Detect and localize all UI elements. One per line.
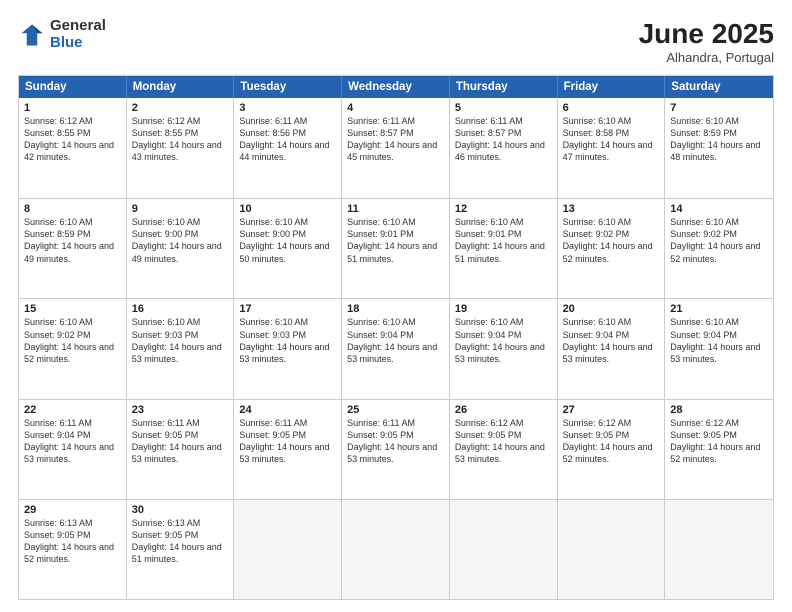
page: General Blue June 2025 Alhandra, Portuga…	[0, 0, 792, 612]
day-6: 6 Sunrise: 6:10 AM Sunset: 8:58 PM Dayli…	[558, 98, 666, 198]
day-3: 3 Sunrise: 6:11 AM Sunset: 8:56 PM Dayli…	[234, 98, 342, 198]
calendar: Sunday Monday Tuesday Wednesday Thursday…	[18, 75, 774, 600]
day-number-1: 1	[24, 102, 121, 114]
day-number-3: 3	[239, 102, 336, 114]
day-11: 11 Sunrise: 6:10 AM Sunset: 9:01 PM Dayl…	[342, 199, 450, 298]
day-26: 26 Sunrise: 6:12 AM Sunset: 9:05 PM Dayl…	[450, 400, 558, 499]
week-row-4: 22 Sunrise: 6:11 AM Sunset: 9:04 PM Dayl…	[19, 399, 773, 499]
empty-cell-4	[558, 500, 666, 599]
calendar-body: 1 Sunrise: 6:12 AM Sunset: 8:55 PM Dayli…	[19, 98, 773, 599]
day-number-4: 4	[347, 102, 444, 114]
day-1: 1 Sunrise: 6:12 AM Sunset: 8:55 PM Dayli…	[19, 98, 127, 198]
day-12: 12 Sunrise: 6:10 AM Sunset: 9:01 PM Dayl…	[450, 199, 558, 298]
day-14: 14 Sunrise: 6:10 AM Sunset: 9:02 PM Dayl…	[665, 199, 773, 298]
day-27: 27 Sunrise: 6:12 AM Sunset: 9:05 PM Dayl…	[558, 400, 666, 499]
calendar-header: Sunday Monday Tuesday Wednesday Thursday…	[19, 76, 773, 98]
week-row-1: 1 Sunrise: 6:12 AM Sunset: 8:55 PM Dayli…	[19, 98, 773, 198]
day-2: 2 Sunrise: 6:12 AM Sunset: 8:55 PM Dayli…	[127, 98, 235, 198]
day-info-2: Sunrise: 6:12 AM Sunset: 8:55 PM Dayligh…	[132, 115, 229, 164]
day-7: 7 Sunrise: 6:10 AM Sunset: 8:59 PM Dayli…	[665, 98, 773, 198]
logo-blue-text: Blue	[50, 35, 106, 52]
header-friday: Friday	[558, 76, 666, 98]
day-info-1: Sunrise: 6:12 AM Sunset: 8:55 PM Dayligh…	[24, 115, 121, 164]
header-wednesday: Wednesday	[342, 76, 450, 98]
day-18: 18 Sunrise: 6:10 AM Sunset: 9:04 PM Dayl…	[342, 299, 450, 398]
month-title: June 2025	[639, 18, 774, 50]
day-number-7: 7	[670, 102, 768, 114]
day-8: 8 Sunrise: 6:10 AM Sunset: 8:59 PM Dayli…	[19, 199, 127, 298]
week-row-3: 15 Sunrise: 6:10 AM Sunset: 9:02 PM Dayl…	[19, 298, 773, 398]
day-17: 17 Sunrise: 6:10 AM Sunset: 9:03 PM Dayl…	[234, 299, 342, 398]
day-number-5: 5	[455, 102, 552, 114]
empty-cell-2	[342, 500, 450, 599]
header-sunday: Sunday	[19, 76, 127, 98]
logo-text: General Blue	[50, 18, 106, 51]
empty-cell-1	[234, 500, 342, 599]
day-4: 4 Sunrise: 6:11 AM Sunset: 8:57 PM Dayli…	[342, 98, 450, 198]
day-23: 23 Sunrise: 6:11 AM Sunset: 9:05 PM Dayl…	[127, 400, 235, 499]
day-info-5: Sunrise: 6:11 AM Sunset: 8:57 PM Dayligh…	[455, 115, 552, 164]
location: Alhandra, Portugal	[639, 50, 774, 65]
day-20: 20 Sunrise: 6:10 AM Sunset: 9:04 PM Dayl…	[558, 299, 666, 398]
day-24: 24 Sunrise: 6:11 AM Sunset: 9:05 PM Dayl…	[234, 400, 342, 499]
day-22: 22 Sunrise: 6:11 AM Sunset: 9:04 PM Dayl…	[19, 400, 127, 499]
header-thursday: Thursday	[450, 76, 558, 98]
empty-cell-5	[665, 500, 773, 599]
day-15: 15 Sunrise: 6:10 AM Sunset: 9:02 PM Dayl…	[19, 299, 127, 398]
week-row-5: 29 Sunrise: 6:13 AM Sunset: 9:05 PM Dayl…	[19, 499, 773, 599]
day-10: 10 Sunrise: 6:10 AM Sunset: 9:00 PM Dayl…	[234, 199, 342, 298]
empty-cell-3	[450, 500, 558, 599]
day-number-2: 2	[132, 102, 229, 114]
day-info-4: Sunrise: 6:11 AM Sunset: 8:57 PM Dayligh…	[347, 115, 444, 164]
logo-icon	[18, 21, 46, 49]
day-19: 19 Sunrise: 6:10 AM Sunset: 9:04 PM Dayl…	[450, 299, 558, 398]
title-block: June 2025 Alhandra, Portugal	[639, 18, 774, 65]
day-16: 16 Sunrise: 6:10 AM Sunset: 9:03 PM Dayl…	[127, 299, 235, 398]
header: General Blue June 2025 Alhandra, Portuga…	[18, 18, 774, 65]
day-5: 5 Sunrise: 6:11 AM Sunset: 8:57 PM Dayli…	[450, 98, 558, 198]
logo-general-text: General	[50, 18, 106, 35]
day-21: 21 Sunrise: 6:10 AM Sunset: 9:04 PM Dayl…	[665, 299, 773, 398]
header-monday: Monday	[127, 76, 235, 98]
day-number-6: 6	[563, 102, 660, 114]
day-info-7: Sunrise: 6:10 AM Sunset: 8:59 PM Dayligh…	[670, 115, 768, 164]
day-25: 25 Sunrise: 6:11 AM Sunset: 9:05 PM Dayl…	[342, 400, 450, 499]
day-28: 28 Sunrise: 6:12 AM Sunset: 9:05 PM Dayl…	[665, 400, 773, 499]
day-9: 9 Sunrise: 6:10 AM Sunset: 9:00 PM Dayli…	[127, 199, 235, 298]
day-30: 30 Sunrise: 6:13 AM Sunset: 9:05 PM Dayl…	[127, 500, 235, 599]
week-row-2: 8 Sunrise: 6:10 AM Sunset: 8:59 PM Dayli…	[19, 198, 773, 298]
day-info-3: Sunrise: 6:11 AM Sunset: 8:56 PM Dayligh…	[239, 115, 336, 164]
header-tuesday: Tuesday	[234, 76, 342, 98]
day-29: 29 Sunrise: 6:13 AM Sunset: 9:05 PM Dayl…	[19, 500, 127, 599]
logo: General Blue	[18, 18, 106, 51]
day-info-6: Sunrise: 6:10 AM Sunset: 8:58 PM Dayligh…	[563, 115, 660, 164]
day-13: 13 Sunrise: 6:10 AM Sunset: 9:02 PM Dayl…	[558, 199, 666, 298]
header-saturday: Saturday	[665, 76, 773, 98]
